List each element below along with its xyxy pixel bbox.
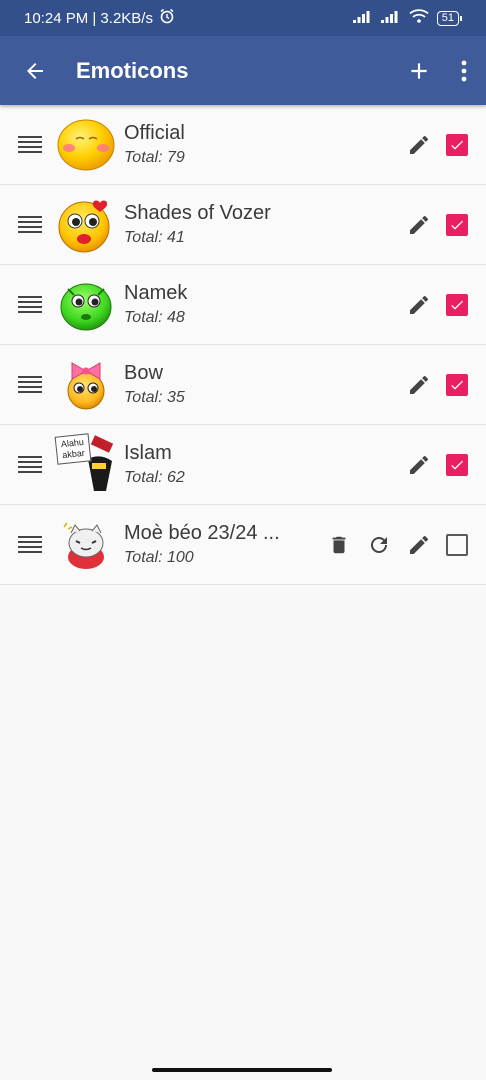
pack-thumbnail (54, 273, 118, 337)
pack-total: Total: 48 (124, 309, 185, 326)
list-item[interactable]: Moè béo 23/24 ... Total: 100 (0, 505, 486, 585)
signal-icon (352, 10, 373, 27)
drag-handle-icon[interactable] (18, 216, 42, 233)
alarm-icon (159, 8, 175, 28)
pack-total: Total: 35 (124, 389, 185, 406)
drag-handle-icon[interactable] (18, 456, 42, 473)
enabled-checkbox[interactable] (446, 373, 468, 396)
pack-total: Total: 79 (124, 149, 185, 166)
plus-icon[interactable] (406, 58, 432, 84)
edit-icon[interactable] (406, 132, 432, 158)
status-time-speed: 10:24 PM | 3.2KB/s (24, 9, 153, 27)
list-item[interactable]: Alahu akbar Islam Total: 62 (0, 425, 486, 505)
pack-name: Islam (124, 442, 172, 464)
edit-icon[interactable] (406, 532, 432, 558)
drag-handle-icon[interactable] (18, 376, 42, 393)
home-indicator[interactable] (152, 1068, 332, 1072)
enabled-checkbox[interactable] (446, 533, 468, 556)
pack-thumbnail (54, 193, 118, 257)
edit-icon[interactable] (406, 292, 432, 318)
edit-icon[interactable] (406, 372, 432, 398)
pack-name: Bow (124, 362, 163, 384)
pack-thumbnail: Alahu akbar (54, 432, 118, 497)
list-item[interactable]: Bow Total: 35 (0, 345, 486, 425)
emoticon-pack-list: Official Total: 79 Shades of Vozer Total… (0, 105, 486, 585)
drag-handle-icon[interactable] (18, 536, 42, 553)
signal-icon-2 (380, 10, 401, 27)
enabled-checkbox[interactable] (446, 133, 468, 156)
app-bar: Emoticons (0, 36, 486, 105)
pack-total: Total: 62 (124, 469, 185, 486)
edit-icon[interactable] (406, 452, 432, 478)
pack-name: Namek (124, 282, 188, 304)
pack-name: Official (124, 122, 185, 144)
enabled-checkbox[interactable] (446, 453, 468, 476)
pack-name: Shades of Vozer (124, 202, 271, 224)
more-vert-icon[interactable] (458, 58, 470, 84)
page-title: Emoticons (76, 57, 189, 83)
list-item[interactable]: Shades of Vozer Total: 41 (0, 185, 486, 265)
battery-icon: 51 (436, 10, 462, 26)
enabled-checkbox[interactable] (446, 293, 468, 316)
pack-thumbnail (54, 513, 118, 577)
drag-handle-icon[interactable] (18, 136, 42, 153)
enabled-checkbox[interactable] (446, 213, 468, 236)
pack-thumbnail (54, 113, 118, 177)
refresh-icon[interactable] (366, 532, 392, 558)
status-bar: 10:24 PM | 3.2KB/s 51 (0, 0, 486, 36)
list-item[interactable]: Namek Total: 48 (0, 265, 486, 345)
edit-icon[interactable] (406, 212, 432, 238)
arrow-left-icon[interactable] (22, 58, 48, 84)
pack-total: Total: 41 (124, 229, 185, 246)
drag-handle-icon[interactable] (18, 296, 42, 313)
list-item[interactable]: Official Total: 79 (0, 105, 486, 185)
wifi-icon (409, 9, 429, 27)
pack-total: Total: 100 (124, 549, 194, 566)
speech-sign: Alahu akbar (54, 432, 92, 465)
pack-name: Moè béo 23/24 ... (124, 522, 280, 544)
pack-thumbnail (54, 353, 118, 417)
delete-icon[interactable] (326, 532, 352, 558)
battery-level: 51 (436, 10, 459, 26)
